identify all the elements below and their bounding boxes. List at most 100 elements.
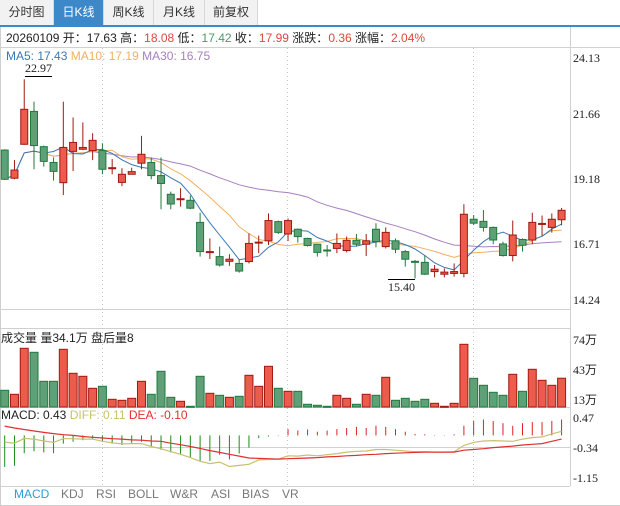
volume-bar <box>254 385 264 408</box>
candle-body <box>117 173 126 183</box>
macd-tick: 0.47 <box>573 411 594 425</box>
volume-label: 成交量 量34.1万 盘后量8 <box>1 331 134 345</box>
candle-body <box>401 251 410 260</box>
volume-bar <box>391 399 400 408</box>
diff-value: DIFF: 0.11 <box>69 408 126 422</box>
ma10-line <box>4 149 562 258</box>
ma30-value: MA30: 16.75 <box>142 49 211 63</box>
volume-bar <box>459 343 469 408</box>
volume-bar <box>146 393 156 408</box>
candle-body <box>30 110 39 147</box>
indicator-tab-wr[interactable]: W&R <box>170 487 198 501</box>
volume-bar <box>430 402 440 408</box>
volume-bar <box>97 385 107 408</box>
indicator-tab-bias[interactable]: BIAS <box>242 487 269 501</box>
volume-bar <box>176 400 186 408</box>
volume-bar <box>78 375 88 408</box>
volume-bar <box>273 387 283 408</box>
volume-bar <box>68 372 78 408</box>
indicator-tab-rsi[interactable]: RSI <box>96 487 116 501</box>
candle-body <box>137 153 146 164</box>
info-close: 17.99 <box>258 31 289 45</box>
volume-bar <box>449 402 459 408</box>
candle-body <box>450 271 459 274</box>
kline-chart[interactable] <box>0 0 620 506</box>
volume-bar <box>498 394 508 408</box>
dea-value: DEA: -0.10 <box>128 408 188 422</box>
volume-bar <box>283 390 293 408</box>
macd-value: MACD: 0.43 <box>1 408 67 422</box>
info-close-label: 收： <box>234 31 259 45</box>
candle-body <box>69 141 78 152</box>
candle-body <box>186 199 195 209</box>
volume-bar <box>547 384 557 408</box>
volume-bar <box>195 375 205 408</box>
candle-body <box>489 226 498 241</box>
indicator-tab-asi[interactable]: ASI <box>211 487 230 501</box>
candle-body <box>274 221 283 233</box>
indicator-tab-vr[interactable]: VR <box>282 487 299 501</box>
candle-body <box>166 193 175 205</box>
price-tick: 24.13 <box>573 51 600 65</box>
dea-line <box>4 425 562 460</box>
volume-bar <box>518 390 528 408</box>
candle-body <box>469 218 478 224</box>
volume-bar <box>478 384 488 408</box>
volume-bar <box>322 405 332 408</box>
candle-body <box>88 139 97 152</box>
volume-bar <box>371 394 381 408</box>
info-low-label: 低： <box>177 31 202 45</box>
info-open-label: 开： <box>62 31 87 45</box>
ma5-line <box>4 146 562 271</box>
volume-bar <box>410 400 420 408</box>
info-high-label: 高： <box>120 31 145 45</box>
volume-bar <box>19 347 29 408</box>
price-tick: 21.66 <box>573 107 600 121</box>
candle-body <box>371 228 380 243</box>
candle-body <box>235 262 244 272</box>
volume-bar <box>215 394 225 408</box>
candle-body <box>391 240 400 250</box>
ohlc-info-line: 20260109 开：17.63 高：18.08 低：17.42 收：17.99… <box>6 29 425 46</box>
candle-body <box>10 169 19 179</box>
volume-bar <box>361 393 371 408</box>
candle-body <box>547 218 556 228</box>
candle-body <box>215 256 224 266</box>
volume-bar <box>537 379 547 408</box>
volume-bar <box>527 368 537 408</box>
volume-bar <box>303 403 313 408</box>
info-date: 20260109 <box>6 31 60 45</box>
volume-bar <box>88 387 98 408</box>
candle-body <box>538 222 547 225</box>
volume-bar <box>136 380 146 408</box>
candle-body <box>147 161 156 177</box>
volume-bar <box>469 377 479 408</box>
volume-bar <box>381 376 391 408</box>
candle-body <box>430 268 439 273</box>
candle-body <box>78 146 87 150</box>
macd-tick: -1.15 <box>573 471 598 485</box>
volume-tick: 13万 <box>573 393 598 407</box>
candle-body <box>254 241 263 244</box>
volume-bar <box>127 397 137 408</box>
volume-bar <box>351 403 361 408</box>
volume-bar <box>234 395 244 408</box>
volume-bar <box>342 397 352 408</box>
candle-body <box>557 209 566 221</box>
candle-body <box>98 150 107 170</box>
volume-bar <box>557 377 567 408</box>
candle-body <box>20 108 29 145</box>
indicator-tab-boll[interactable]: BOLL <box>128 487 159 501</box>
info-low: 17.42 <box>201 31 232 45</box>
candle-body <box>352 239 361 245</box>
volume-bar <box>332 394 342 408</box>
candle-body <box>303 237 312 247</box>
volume-bar <box>9 393 19 408</box>
candle-body <box>196 221 205 253</box>
indicator-tab-macd[interactable]: MACD <box>14 487 49 501</box>
macd-legend: MACD: 0.43 DIFF: 0.11 DEA: -0.10 <box>1 408 188 422</box>
candle-body <box>420 261 429 275</box>
candle-body <box>225 258 234 262</box>
info-change: 0.36 <box>328 31 352 45</box>
indicator-tab-kdj[interactable]: KDJ <box>61 487 84 501</box>
